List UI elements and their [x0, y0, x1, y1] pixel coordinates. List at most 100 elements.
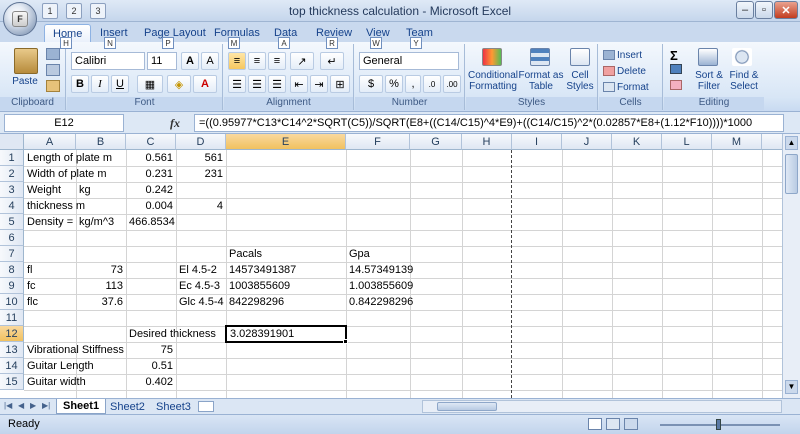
scroll-thumb[interactable] [785, 154, 798, 194]
cell-c15[interactable]: 0.402 [126, 374, 176, 390]
sheet-nav-prev-icon[interactable]: ◀ [18, 401, 24, 410]
column-header-i[interactable]: I [512, 134, 562, 150]
shrink-font-icon[interactable]: A [201, 52, 219, 70]
row-header-10[interactable]: 10 [0, 294, 24, 310]
row-header-7[interactable]: 7 [0, 246, 24, 262]
row-header-5[interactable]: 5 [0, 214, 24, 230]
cell-a3[interactable]: Weight [24, 182, 64, 198]
page-break-view-icon[interactable] [624, 418, 638, 430]
cell-styles-button[interactable]: Cell Styles [564, 70, 596, 92]
row-header-8[interactable]: 8 [0, 262, 24, 278]
cell-d4[interactable]: 4 [176, 198, 226, 214]
cell-b9[interactable]: 113 [76, 278, 126, 294]
cell-a14[interactable]: Guitar Length [24, 358, 97, 374]
tab-page-layout[interactable]: Page Layout [136, 24, 214, 42]
wrap-text-icon[interactable]: ↵ [320, 52, 344, 70]
cell-c3[interactable]: 0.242 [126, 182, 176, 198]
decrease-indent-icon[interactable]: ⇤ [290, 75, 308, 93]
cell-a13[interactable]: Vibrational Stiffness [24, 342, 127, 358]
h-scroll-thumb[interactable] [437, 402, 497, 411]
format-as-table-button[interactable]: Format as Table [518, 70, 564, 92]
cell-e7[interactable]: Pacals [226, 246, 265, 262]
cell-a10[interactable]: flc [24, 294, 41, 310]
cell-b10[interactable]: 37.6 [76, 294, 126, 310]
cut-icon[interactable] [46, 48, 60, 60]
cell-f8[interactable]: 14.57349139 [346, 262, 413, 278]
increase-decimal-icon[interactable]: .0 [423, 75, 441, 93]
insert-function-icon[interactable]: fx [170, 116, 180, 131]
column-header-b[interactable]: B [76, 134, 126, 150]
row-header-1[interactable]: 1 [0, 150, 24, 166]
page-layout-view-icon[interactable] [606, 418, 620, 430]
maximize-button[interactable]: ▫ [755, 1, 773, 19]
sheet-tab-sheet3[interactable]: Sheet3 [150, 399, 197, 414]
office-button[interactable]: F [3, 2, 37, 36]
font-name-dropdown[interactable]: Calibri [71, 52, 145, 70]
paste-button[interactable]: Paste [6, 76, 44, 87]
row-header-2[interactable]: 2 [0, 166, 24, 182]
cell-b3[interactable]: kg [76, 182, 94, 198]
cell-d10[interactable]: Glc 4.5-4 [176, 294, 227, 310]
font-size-dropdown[interactable]: 11 [147, 52, 177, 70]
cell-b8[interactable]: 73 [76, 262, 126, 278]
cell-f10[interactable]: 0.842298296 [346, 294, 413, 310]
align-left-icon[interactable]: ☰ [228, 75, 246, 93]
clear-icon[interactable] [670, 80, 682, 90]
vertical-scrollbar[interactable]: ▲ ▼ [782, 134, 800, 398]
fill-color-icon[interactable]: ◈ [167, 75, 191, 93]
borders-icon[interactable]: ▦ [137, 75, 163, 93]
column-header-e[interactable]: E [226, 134, 346, 150]
currency-icon[interactable]: $ [359, 75, 383, 93]
align-middle-icon[interactable]: ≡ [248, 52, 266, 70]
column-header-f[interactable]: F [346, 134, 410, 150]
cell-f9[interactable]: 1.003855609 [346, 278, 413, 294]
insert-sheet-icon[interactable] [198, 401, 214, 412]
horizontal-scrollbar[interactable] [422, 400, 782, 413]
row-header-6[interactable]: 6 [0, 230, 24, 246]
row-header-15[interactable]: 15 [0, 374, 24, 390]
align-center-icon[interactable]: ☰ [248, 75, 266, 93]
cell-c14[interactable]: 0.51 [126, 358, 176, 374]
align-top-icon[interactable]: ≡ [228, 52, 246, 70]
row-header-13[interactable]: 13 [0, 342, 24, 358]
column-header-d[interactable]: D [176, 134, 226, 150]
delete-cells-button[interactable]: Delete [617, 66, 657, 77]
cell-a9[interactable]: fc [24, 278, 39, 294]
zoom-slider-handle[interactable] [716, 419, 721, 430]
cell-c13[interactable]: 75 [126, 342, 176, 358]
cell-a2[interactable]: Width of plate m [24, 166, 109, 182]
format-cells-button[interactable]: Format [617, 82, 657, 93]
column-header-g[interactable]: G [410, 134, 462, 150]
select-all-corner[interactable] [0, 134, 24, 150]
cell-c12[interactable]: Desired thickness [126, 326, 219, 342]
cell-a15[interactable]: Guitar width [24, 374, 89, 390]
merge-center-icon[interactable]: ⊞ [330, 75, 350, 93]
bold-icon[interactable]: B [71, 75, 89, 93]
find-select-button[interactable]: Find & Select [726, 70, 762, 92]
orientation-icon[interactable]: ↗ [290, 52, 314, 70]
italic-icon[interactable]: I [91, 75, 109, 93]
conditional-formatting-button[interactable]: Conditional Formatting [466, 70, 520, 92]
format-painter-icon[interactable] [46, 80, 60, 92]
copy-icon[interactable] [46, 64, 60, 76]
cell-e9[interactable]: 1003855609 [226, 278, 293, 294]
cell-c2[interactable]: 0.231 [126, 166, 176, 182]
column-header-a[interactable]: A [24, 134, 76, 150]
decrease-decimal-icon[interactable]: .00 [443, 75, 461, 93]
sheet-nav-next-icon[interactable]: ▶ [30, 401, 36, 410]
row-header-3[interactable]: 3 [0, 182, 24, 198]
fill-icon[interactable] [670, 64, 682, 74]
align-right-icon[interactable]: ☰ [268, 75, 286, 93]
sort-filter-button[interactable]: Sort & Filter [692, 70, 726, 92]
row-header-12[interactable]: 12 [0, 326, 24, 342]
autosum-icon[interactable]: Σ [670, 48, 678, 63]
font-color-icon[interactable]: A [193, 75, 217, 93]
cell-a5[interactable]: Density = [24, 214, 76, 230]
cell-e8[interactable]: 14573491387 [226, 262, 299, 278]
column-header-h[interactable]: H [462, 134, 512, 150]
column-header-l[interactable]: L [662, 134, 712, 150]
name-box[interactable]: E12 [4, 114, 124, 132]
sheet-tab-sheet1[interactable]: Sheet1 [56, 399, 107, 414]
comma-icon[interactable]: , [405, 75, 421, 93]
insert-cells-button[interactable]: Insert [617, 50, 657, 61]
